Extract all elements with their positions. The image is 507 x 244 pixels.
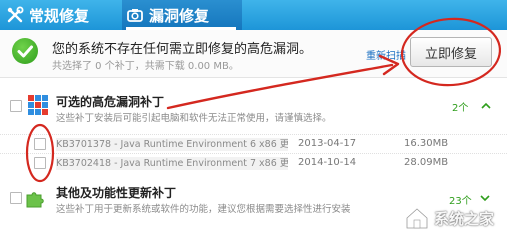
- watermark: 系统之家: [404, 206, 494, 230]
- chevron-up-icon[interactable]: [481, 101, 491, 111]
- rescan-link[interactable]: 重新扫描: [366, 47, 406, 62]
- fix-now-button[interactable]: 立即修复: [410, 37, 492, 67]
- house-logo-icon: [405, 207, 429, 230]
- optional-section-count: 2个: [452, 103, 469, 114]
- other-section-count: 23个: [449, 196, 472, 207]
- windows-grid-icon: [28, 95, 48, 115]
- chevron-down-icon[interactable]: [480, 193, 490, 203]
- patch-name: KB3702418 - Java Runtime Environment 7 x…: [56, 157, 288, 170]
- optional-section-description: 这些补丁安装后可能引起电脑和软件无法正常使用，请谨慎选择。: [56, 113, 332, 124]
- other-section-title: 其他及功能性更新补丁: [56, 186, 177, 200]
- patch-date: 2014-10-14: [298, 157, 357, 168]
- optional-section-title: 可选的高危漏洞补丁: [56, 95, 165, 109]
- camera-shield-icon: [127, 9, 143, 22]
- patch-checkbox[interactable]: [34, 157, 46, 169]
- tab-vulnerability-repair-label: 漏洞修复: [149, 6, 210, 25]
- other-section-description: 这些补丁用于更新系统或软件的功能，建议您根据需要选择性进行安装: [56, 204, 351, 215]
- patch-row[interactable]: KB3702418 - Java Runtime Environment 7 x…: [0, 153, 507, 172]
- optional-section-checkbox[interactable]: [10, 100, 22, 112]
- tab-bar: 常规修复 漏洞修复: [0, 0, 507, 30]
- watermark-text: 系统之家: [434, 209, 495, 228]
- patch-checkbox[interactable]: [34, 138, 46, 150]
- other-section-checkbox[interactable]: [10, 192, 22, 204]
- patch-row[interactable]: KB3701378 - Java Runtime Environment 6 x…: [0, 134, 507, 153]
- status-panel: 您的系统不存在任何需立即修复的高危漏洞。 共选择了 0 个补丁，共需下载 0.0…: [0, 30, 507, 78]
- optional-patches-section[interactable]: 可选的高危漏洞补丁 这些补丁安装后可能引起电脑和软件无法正常使用，请谨慎选择。 …: [0, 86, 507, 124]
- status-title: 您的系统不存在任何需立即修复的高危漏洞。: [52, 42, 313, 57]
- check-circle-icon: [12, 38, 38, 64]
- patch-size: 28.09MB: [404, 157, 449, 168]
- puzzle-piece-icon: [26, 192, 44, 208]
- patch-name: KB3701378 - Java Runtime Environment 6 x…: [56, 138, 288, 151]
- patch-size: 16.30MB: [404, 138, 449, 149]
- wrench-screwdriver-icon: [7, 6, 24, 23]
- patch-date: 2013-04-17: [298, 138, 357, 149]
- tab-regular-repair-label: 常规修复: [29, 6, 90, 25]
- tab-vulnerability-repair[interactable]: 漏洞修复: [122, 0, 242, 30]
- tab-regular-repair[interactable]: 常规修复: [6, 0, 89, 30]
- status-subtitle: 共选择了 0 个补丁，共需下载 0.00 MB。: [52, 61, 239, 72]
